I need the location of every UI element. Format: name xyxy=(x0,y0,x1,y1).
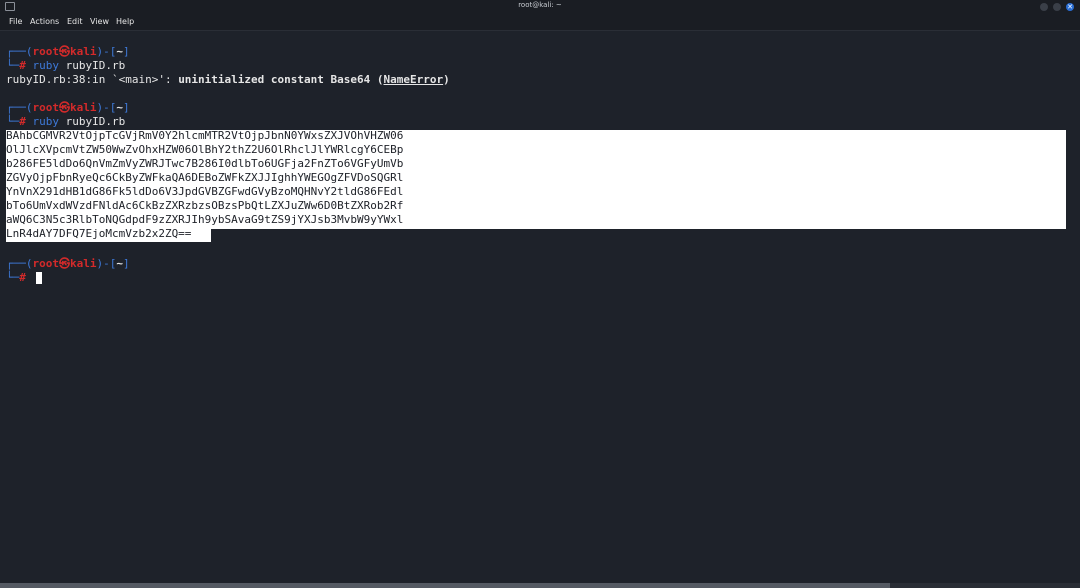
close-button[interactable]: ✕ xyxy=(1066,3,1074,11)
text-cursor xyxy=(36,272,42,284)
minimize-button[interactable] xyxy=(1040,3,1048,11)
menu-edit[interactable]: Edit xyxy=(67,17,83,26)
window-title: root@kali: ~ xyxy=(518,1,562,9)
prompt-dir: ~ xyxy=(116,257,123,270)
command-line: └─# ruby rubyID.rb xyxy=(6,59,126,72)
prompt-user: root㉿kali xyxy=(32,101,97,114)
command-arg: rubyID.rb xyxy=(59,115,126,128)
terminal-area[interactable]: ┌──(root㉿kali)-[~] └─# ruby rubyID.rb ru… xyxy=(6,45,1080,582)
maximize-button[interactable] xyxy=(1053,3,1061,11)
output-line: bTo6UmVxdWVzdFNldAc6CkBzZXRzbzsOBzsPbQtL… xyxy=(6,199,404,212)
output-line: aWQ6C3N5c3RlbToNQGdpdF9zZXRJIh9ybSAvaG9t… xyxy=(6,213,404,226)
command-line: └─# ruby rubyID.rb xyxy=(6,115,126,128)
error-line: rubyID.rb:38:in `<main>': uninitialized … xyxy=(6,73,450,86)
menu-bar: File Actions Edit View Help xyxy=(0,14,1080,31)
command-arg: rubyID.rb xyxy=(59,59,126,72)
title-bar: root@kali: ~ ✕ xyxy=(0,0,1080,14)
close-icon: ✕ xyxy=(1067,3,1073,11)
horizontal-scrollbar[interactable] xyxy=(0,583,1080,588)
prompt-user: root㉿kali xyxy=(32,45,97,58)
scrollbar-thumb[interactable] xyxy=(0,583,890,588)
output-line: OlJlcXVpcmVtZW50WwZvOhxHZW06OlBhY2thZ2U6… xyxy=(6,143,404,156)
menu-view[interactable]: View xyxy=(90,17,109,26)
output-line: YnVnX291dHB1dG86Fk5ldDo6V3JpdGVBZGFwdGVy… xyxy=(6,185,404,198)
prompt-line: ┌──(root㉿kali)-[~] xyxy=(6,101,130,114)
prompt-user: root㉿kali xyxy=(32,257,97,270)
command: ruby xyxy=(32,59,60,72)
prompt-dir: ~ xyxy=(116,101,123,114)
input-line[interactable]: └─# xyxy=(6,271,33,285)
prompt-line: ┌──(root㉿kali)-[~] xyxy=(6,257,130,270)
output-line: LnR4dAY7DFQ7EjoMcmVzb2x2ZQ== xyxy=(6,227,192,240)
command: ruby xyxy=(32,115,60,128)
prompt-line: ┌──(root㉿kali)-[~] xyxy=(6,45,130,58)
menu-help[interactable]: Help xyxy=(116,17,134,26)
output-line: ZGVyOjpFbnRyeQc6CkByZWFkaQA6DEBoZWFkZXJJ… xyxy=(6,171,404,184)
error-name: NameError xyxy=(383,73,444,86)
output-line: b286FE5ldDo6QnVmZmVyZWRJTwc7B286I0dlbTo6… xyxy=(6,157,404,170)
menu-actions[interactable]: Actions xyxy=(30,17,59,26)
menu-file[interactable]: File xyxy=(9,17,22,26)
prompt-dir: ~ xyxy=(116,45,123,58)
output-line: BAhbCGMVR2VtOjpTcGVjRmV0Y2hlcmMTR2VtOjpJ… xyxy=(6,129,404,142)
